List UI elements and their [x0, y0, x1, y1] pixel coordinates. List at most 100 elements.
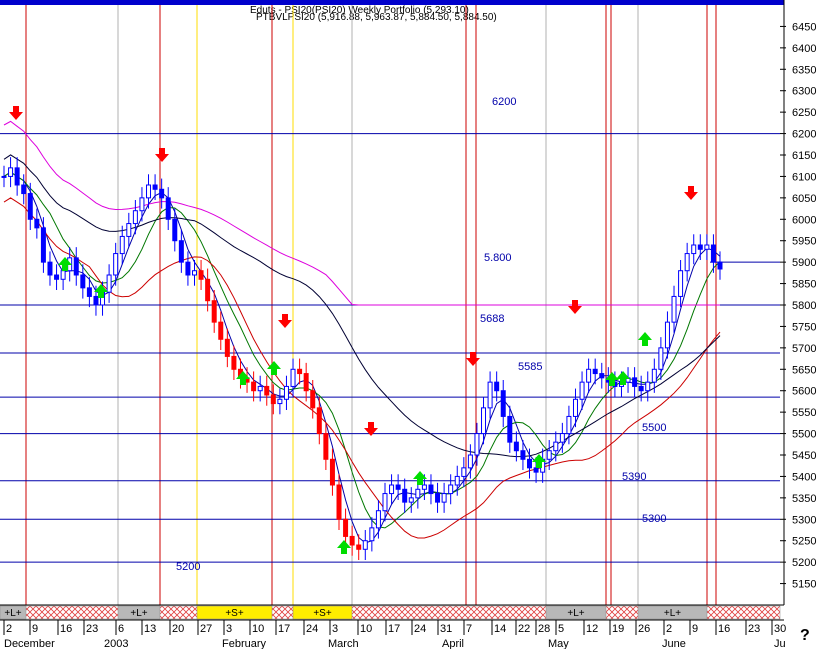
x-tick-label-10: 17 — [278, 623, 290, 635]
candle-body — [283, 385, 289, 400]
y-tick-label-23: 6300 — [792, 86, 816, 98]
x-tick-label-27: 16 — [718, 623, 730, 635]
level-label-4: 5500 — [642, 422, 666, 434]
x-tick-label-23: 19 — [612, 623, 624, 635]
candle-body — [487, 381, 493, 409]
month-label-2: February — [222, 638, 267, 649]
candle-body — [303, 373, 309, 392]
candle-body — [586, 368, 592, 383]
candle-body — [113, 253, 119, 276]
candle-body — [80, 274, 86, 289]
candle-body — [34, 218, 40, 229]
candle-body — [329, 458, 335, 486]
candle-body — [448, 484, 454, 495]
y-tick-label-6: 5450 — [792, 450, 816, 462]
candle-body — [356, 544, 362, 550]
candle-body — [546, 450, 552, 460]
candle-body — [310, 390, 316, 409]
candle-body — [323, 433, 329, 460]
candle-body — [47, 261, 53, 276]
candle-body — [316, 407, 322, 435]
candle-body — [349, 535, 355, 546]
candle-body — [211, 300, 217, 323]
y-tick-label-17: 6000 — [792, 214, 816, 226]
candle-body — [224, 338, 230, 357]
month-label-5: May — [548, 638, 569, 649]
level-label-0: 6200 — [492, 96, 516, 108]
candle-body — [533, 467, 539, 473]
y-tick-label-20: 6150 — [792, 150, 816, 162]
candle-body — [651, 368, 657, 383]
level-label-5: 5390 — [622, 471, 646, 483]
candle-body — [467, 454, 473, 469]
y-tick-label-24: 6350 — [792, 64, 816, 76]
y-tick-label-0: 5150 — [792, 579, 816, 591]
month-label-1: 2003 — [104, 638, 128, 649]
x-tick-label-2: 16 — [60, 623, 72, 635]
candle-body — [579, 381, 585, 400]
candle-body — [559, 433, 565, 443]
month-label-0: December — [4, 638, 55, 649]
candle-body — [421, 484, 427, 490]
month-label-3: March — [328, 638, 359, 649]
y-tick-label-19: 6100 — [792, 171, 816, 183]
x-tick-label-28: 23 — [748, 623, 760, 635]
candle-body — [592, 368, 598, 375]
candle-body — [658, 347, 664, 370]
candle-body — [461, 467, 467, 477]
candle-body — [553, 441, 559, 452]
candle-body — [500, 390, 506, 417]
band-label-4: +L+ — [567, 608, 584, 619]
y-tick-label-4: 5350 — [792, 493, 816, 505]
x-tick-label-4: 6 — [118, 623, 124, 635]
y-tick-label-15: 5900 — [792, 257, 816, 269]
x-tick-label-25: 2 — [666, 623, 672, 635]
candle-body — [389, 484, 395, 495]
candle-body — [441, 493, 447, 503]
x-tick-label-12: 3 — [332, 623, 338, 635]
chart: Eduts - PSI20(PSI20) Weekly Portfolio (5… — [0, 0, 830, 650]
candle-body — [474, 433, 480, 456]
band-label-2: +S+ — [225, 608, 244, 619]
y-tick-label-5: 5400 — [792, 471, 816, 483]
candle-body — [369, 527, 375, 542]
candle-body — [507, 415, 513, 443]
y-tick-label-2: 5250 — [792, 536, 816, 548]
candle-body — [40, 227, 46, 263]
y-tick-label-13: 5800 — [792, 300, 816, 312]
candle-body — [638, 385, 644, 392]
band-label-1: +L+ — [130, 608, 147, 619]
candle-body — [697, 244, 703, 250]
candle-body — [73, 257, 79, 276]
candle-body — [494, 381, 500, 392]
candle-body — [704, 244, 710, 250]
x-tick-label-22: 12 — [586, 623, 598, 635]
y-tick-label-3: 5300 — [792, 514, 816, 526]
x-tick-label-1: 9 — [32, 623, 38, 635]
header-line2: PTBVLPSI20 (5,916.88, 5,963.87, 5,884.50… — [256, 12, 497, 23]
candle-body — [119, 235, 125, 255]
chart-svg: Eduts - PSI20(PSI20) Weekly Portfolio (5… — [0, 0, 830, 650]
candle-body — [139, 197, 145, 212]
candle-body — [172, 218, 178, 242]
candle-body — [159, 188, 165, 199]
x-tick-label-21: 5 — [558, 623, 564, 635]
candle-body — [251, 381, 257, 392]
candle-body — [717, 261, 723, 270]
candle-body — [599, 373, 605, 379]
y-tick-label-16: 5950 — [792, 236, 816, 248]
candle-body — [106, 274, 112, 293]
level-label-7: 5200 — [176, 561, 200, 573]
y-tick-label-14: 5850 — [792, 279, 816, 291]
y-tick-label-1: 5200 — [792, 557, 816, 569]
help-label[interactable]: ? — [800, 627, 810, 645]
y-tick-label-18: 6050 — [792, 193, 816, 205]
candle-body — [454, 475, 460, 486]
candle-body — [336, 484, 342, 520]
candle-body — [198, 270, 204, 280]
candle-body — [572, 398, 578, 417]
x-tick-label-19: 22 — [518, 623, 530, 635]
candle-body — [382, 493, 388, 512]
band-label-5: +L+ — [664, 608, 681, 619]
x-tick-label-0: 2 — [6, 623, 12, 635]
